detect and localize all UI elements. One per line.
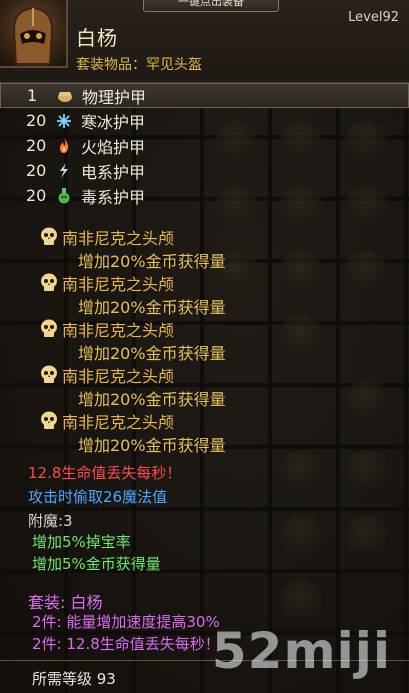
stat-row-ice-armor: 20 寒冰护甲 xyxy=(0,108,409,133)
stat-name: 电系护甲 xyxy=(81,162,146,182)
stat-value: 20 xyxy=(26,111,47,130)
affix-life-loss: 12.8生命值丢失每秒！ xyxy=(28,464,182,482)
affix-gold: 增加5%金币获得量 xyxy=(32,555,161,573)
gem-effect: 增加20%金币获得量 xyxy=(78,436,226,455)
fist-icon xyxy=(54,87,76,105)
affix-mana-steal: 攻击时偷取26魔法值 xyxy=(28,488,168,506)
lightning-icon xyxy=(53,162,75,180)
gem-name: 南非尼克之头颅 xyxy=(62,413,175,432)
level-requirement: 所需等级 93 xyxy=(32,670,116,688)
gem-effect: 增加20%金币获得量 xyxy=(78,298,226,317)
stat-value: 20 xyxy=(26,161,47,180)
skull-gem-icon xyxy=(41,365,57,383)
gem-name: 南非尼克之头颅 xyxy=(62,229,175,248)
stat-row-physical-armor: 1 物理护甲 xyxy=(0,83,409,108)
item-portrait xyxy=(0,0,68,68)
item-name: 白杨 xyxy=(76,26,118,50)
snowflake-icon xyxy=(53,112,75,130)
stat-name: 寒冰护甲 xyxy=(81,112,146,132)
skull-gem-icon xyxy=(41,227,57,245)
gem-effect: 增加20%金币获得量 xyxy=(78,390,226,409)
stat-row-fire-armor: 20 火焰护甲 xyxy=(0,133,409,158)
skull-gem-icon xyxy=(41,319,57,337)
stat-name: 毒系护甲 xyxy=(81,187,146,207)
quick-equip-tab[interactable]: 一键点出装备 xyxy=(143,0,279,12)
stat-value: 1 xyxy=(27,86,38,105)
set-title: 套装: 白杨 xyxy=(28,593,103,612)
skull-gem-icon xyxy=(41,273,57,291)
gem-name: 南非尼克之头颅 xyxy=(62,367,175,386)
item-level: Level92 xyxy=(348,10,399,25)
stat-name: 火焰护甲 xyxy=(81,137,146,157)
gem-name: 南非尼克之头颅 xyxy=(62,321,175,340)
stat-value: 20 xyxy=(26,136,47,155)
affix-enchant: 附魔:3 xyxy=(28,512,73,530)
poison-flask-icon xyxy=(53,187,75,205)
stat-name: 物理护甲 xyxy=(82,87,147,107)
set-bonus-2: 2件: 12.8生命值丢失每秒！ xyxy=(32,635,220,653)
set-bonus-1: 2件: 能量增加速度提高30% xyxy=(32,613,220,631)
gem-effect: 增加20%金币获得量 xyxy=(78,252,226,271)
affix-drop-rate: 增加5%掉宝率 xyxy=(32,533,131,551)
helmet-icon xyxy=(12,6,54,65)
stat-row-lightning-armor: 20 电系护甲 xyxy=(0,158,409,183)
gem-effect: 增加20%金币获得量 xyxy=(78,344,226,363)
watermark: 52miji xyxy=(211,622,391,680)
flame-icon xyxy=(53,137,75,155)
gem-name: 南非尼克之头颅 xyxy=(62,275,175,294)
tooltip-header: 一键点出装备 白杨 Level92 套装物品：罕见头盔 xyxy=(0,0,409,83)
skull-gem-icon xyxy=(41,411,57,429)
stat-row-poison-armor: 20 毒系护甲 xyxy=(0,183,409,208)
stat-value: 20 xyxy=(26,186,47,205)
item-type: 套装物品：罕见头盔 xyxy=(76,57,202,73)
item-tooltip: 一键点出装备 白杨 Level92 套装物品：罕见头盔 1 物理护甲 20 寒冰… xyxy=(0,0,409,693)
